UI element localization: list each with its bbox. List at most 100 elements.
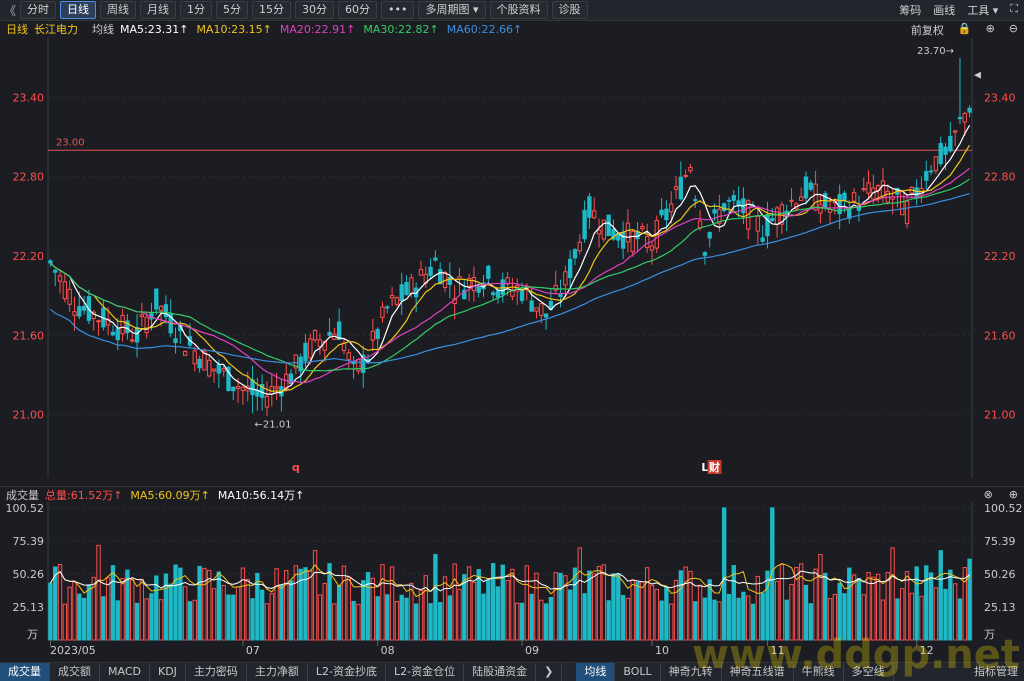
volume-bar xyxy=(875,573,881,641)
volume-right-x[interactable]: ⊕ xyxy=(1009,488,1018,501)
x-tick-label: 09 xyxy=(525,644,539,657)
candle-body xyxy=(389,294,395,299)
tab-60分[interactable]: 60分 xyxy=(338,1,378,19)
candle-body xyxy=(375,329,380,339)
volume-bar xyxy=(914,566,919,641)
volume-bar xyxy=(48,582,53,641)
tab-多周期图[interactable]: 多周期图 ▾ xyxy=(418,1,486,19)
volume-bar xyxy=(567,589,573,641)
candle-body xyxy=(231,386,236,392)
indicator-KDJ[interactable]: KDJ xyxy=(150,663,186,681)
tab-x[interactable]: ••• xyxy=(381,1,415,19)
ma-right-x[interactable]: ⊕ xyxy=(986,22,995,38)
last-price-pointer: ◀ xyxy=(974,71,981,81)
volume-bar xyxy=(86,584,92,641)
tab-5分[interactable]: 5分 xyxy=(216,1,249,19)
candle-body xyxy=(221,368,226,372)
indicator-主力净额[interactable]: 主力净额 xyxy=(247,663,308,681)
volume-bar xyxy=(235,586,241,641)
volume-bar xyxy=(442,576,448,641)
indicator-L2-资金抄底[interactable]: L2-资金抄底 xyxy=(308,663,387,681)
candle-body xyxy=(235,386,241,389)
candle-body xyxy=(72,311,77,316)
tab-月线[interactable]: 月线 xyxy=(140,1,177,19)
candle-body xyxy=(77,306,82,317)
ma-right-x[interactable]: 🔒 xyxy=(958,22,972,38)
toolbar-筹码[interactable]: 筹码 xyxy=(899,2,921,18)
volume-bar xyxy=(231,594,236,641)
volume-bar xyxy=(798,563,804,641)
ma-right-x[interactable]: ⊖ xyxy=(1009,22,1018,38)
volume-bar xyxy=(659,600,664,641)
volume-bar xyxy=(221,585,226,641)
volume-bar xyxy=(688,570,693,641)
ma-line-ma10 xyxy=(49,144,971,392)
candle-body xyxy=(115,328,120,341)
candle-body xyxy=(818,203,823,214)
avg-label[interactable]: 均线 xyxy=(92,21,114,37)
candle-body xyxy=(486,265,491,279)
volume-bar xyxy=(904,571,910,641)
ma-right-前复权[interactable]: 前复权 xyxy=(911,22,944,38)
volume-bar xyxy=(625,597,631,641)
volume-bar xyxy=(928,572,934,641)
candle-body xyxy=(774,207,780,226)
volume-bar xyxy=(105,577,111,641)
volume-bar xyxy=(673,579,679,641)
overlay-BOLL[interactable]: BOLL xyxy=(615,663,661,681)
volume-right-x[interactable]: ⊗ xyxy=(984,488,993,501)
candle-body xyxy=(669,203,674,213)
overlay-均线[interactable]: 均线 xyxy=(576,663,616,681)
indicator-主力密码[interactable]: 主力密码 xyxy=(186,663,247,681)
volume-value: MA5:60.09万↑ xyxy=(130,489,210,502)
candle-body xyxy=(770,218,775,222)
toolbar-x[interactable]: ⛶ xyxy=(1010,2,1018,18)
candle-body xyxy=(938,143,943,165)
candle-body xyxy=(688,167,693,172)
tab-分时[interactable]: 分时 xyxy=(20,1,57,19)
tab-周线[interactable]: 周线 xyxy=(100,1,137,19)
volume-bar xyxy=(471,581,477,641)
period-label: 日线 xyxy=(6,23,28,36)
toolbar-画线[interactable]: 画线 xyxy=(933,2,955,18)
indicator-陆股通资金[interactable]: 陆股通资金 xyxy=(464,663,537,681)
indicator-成交量[interactable]: 成交量 xyxy=(0,663,50,681)
candle-body xyxy=(539,303,544,316)
volume-bar xyxy=(457,588,462,641)
volume-bar xyxy=(644,567,650,641)
volume-bar xyxy=(510,568,515,641)
y-tick-label-left: 22.80 xyxy=(13,171,45,184)
volume-bar xyxy=(731,565,736,641)
tab-日线[interactable]: 日线 xyxy=(60,1,97,19)
volume-bar xyxy=(279,584,284,641)
volume-bar xyxy=(948,569,953,641)
volume-bar xyxy=(548,596,554,641)
tab-30分[interactable]: 30分 xyxy=(295,1,335,19)
toolbar-工具[interactable]: 工具 ▾ xyxy=(967,2,998,18)
volume-bar xyxy=(380,564,385,641)
indicator-成交额[interactable]: 成交额 xyxy=(50,663,100,681)
tab-个股资料[interactable]: 个股资料 xyxy=(489,1,548,19)
tab-15分[interactable]: 15分 xyxy=(252,1,292,19)
high-annotation: 23.70→ xyxy=(917,46,954,57)
volume-bar xyxy=(245,578,250,641)
candle-body xyxy=(683,174,688,177)
candle-body xyxy=(596,229,602,235)
volume-label: 成交量 xyxy=(6,489,39,502)
stock-name: 长江电力 xyxy=(34,23,78,36)
volume-bar xyxy=(332,603,337,641)
svg-text:L: L xyxy=(701,461,708,474)
candle-body xyxy=(842,192,847,202)
candle-body xyxy=(572,249,578,259)
candle-body xyxy=(943,146,948,155)
tab-诊股[interactable]: 诊股 xyxy=(551,1,588,19)
indicator-MACD[interactable]: MACD xyxy=(100,663,150,681)
back-icon[interactable]: 《 xyxy=(4,2,16,19)
volume-bar xyxy=(240,567,246,641)
indicator-x[interactable]: ❯ xyxy=(536,663,563,681)
tab-1分[interactable]: 1分 xyxy=(180,1,213,19)
period-tabs: 分时 日线 周线 月线 1分 5分 15分 30分 60分 ••• 多周期图 ▾ 个股资料 诊股 xyxy=(16,1,588,19)
candle-body xyxy=(962,112,967,123)
volume-bar xyxy=(813,568,818,641)
indicator-L2-资金仓位[interactable]: L2-资金仓位 xyxy=(386,663,465,681)
